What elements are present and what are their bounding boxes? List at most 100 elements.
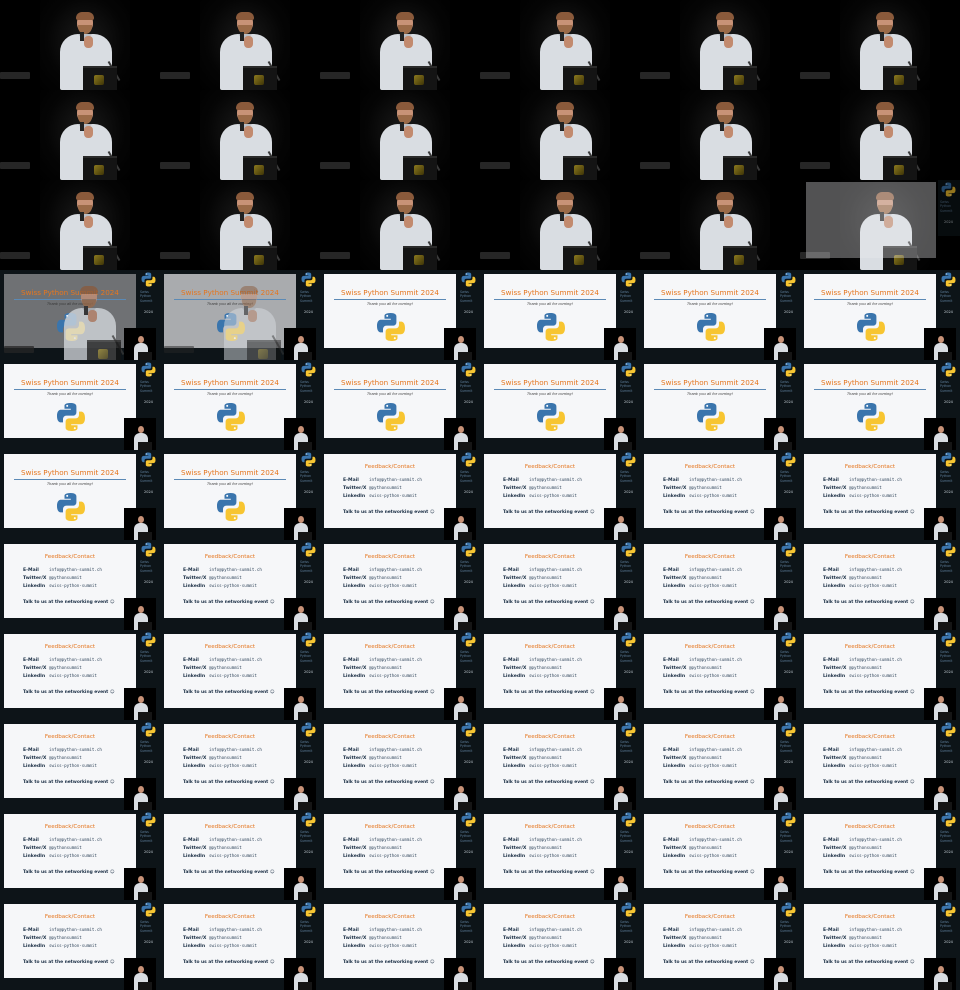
python-logo-icon xyxy=(461,542,476,557)
slide-title: Swiss Python Summit 2024 xyxy=(821,288,919,297)
contact-slide-frame[interactable]: Feedback/Contact E-Mail info@python-summi… xyxy=(800,630,960,720)
networking-note: Talk to us at the networking event ☺ xyxy=(823,600,915,605)
speaker-frame[interactable] xyxy=(640,0,800,90)
contact-slide-frame[interactable]: Feedback/Contact E-Mail info@python-summi… xyxy=(160,900,320,990)
speaker-frame[interactable] xyxy=(480,90,640,180)
python-logo-icon xyxy=(57,403,85,431)
contact-slide-frame[interactable]: Feedback/Contact E-Mail info@python-summi… xyxy=(0,720,160,810)
thanks-slide-frame[interactable]: Swiss Python Summit 2024 Thank you all f… xyxy=(0,450,160,540)
thanks-slide-frame[interactable]: Swiss Python Summit 2024 Thank you all f… xyxy=(640,360,800,450)
contact-slide-frame[interactable]: Feedback/Contact E-Mail info@python-summi… xyxy=(320,630,480,720)
sidebar-year: 2024 xyxy=(144,760,153,764)
lectern-logo xyxy=(574,165,584,175)
thanks-slide-frame[interactable]: Swiss Python Summit 2024 Thank you all f… xyxy=(480,270,640,360)
contact-slide-frame[interactable]: Feedback/Contact E-Mail info@python-summi… xyxy=(320,450,480,540)
contact-slide-frame[interactable]: Feedback/Contact E-Mail info@python-summi… xyxy=(320,810,480,900)
speaker-pip xyxy=(124,418,156,450)
contact-slide-frame[interactable]: Feedback/Contact E-Mail info@python-summi… xyxy=(800,450,960,540)
sidebar-year: 2024 xyxy=(144,580,153,584)
sidebar-text: Swiss Python Summit xyxy=(780,290,793,303)
contact-slide-frame[interactable]: Feedback/Contact E-Mail info@python-summi… xyxy=(640,720,800,810)
contact-slide-frame[interactable]: Feedback/Contact E-Mail info@python-summi… xyxy=(320,720,480,810)
contact-slide-frame[interactable]: Feedback/Contact E-Mail info@python-summi… xyxy=(0,540,160,630)
sidebar-text: Swiss Python Summit xyxy=(620,650,633,663)
sidebar-text: Swiss Python Summit xyxy=(940,560,953,573)
speaker-frame[interactable] xyxy=(480,0,640,90)
transition-frame[interactable]: Swiss Python Summit 2024 Thank you all f… xyxy=(160,270,320,360)
thanks-slide-frame[interactable]: Swiss Python Summit 2024 Thank you all f… xyxy=(640,270,800,360)
contact-slide-frame[interactable]: Feedback/Contact E-Mail info@python-summi… xyxy=(160,720,320,810)
python-logo-icon xyxy=(941,542,956,557)
contact-slide-frame[interactable]: Feedback/Contact E-Mail info@python-summi… xyxy=(480,450,640,540)
sidebar-year: 2024 xyxy=(944,940,953,944)
contact-slide-frame[interactable]: Feedback/Contact E-Mail info@python-summi… xyxy=(480,810,640,900)
speaker-frame[interactable] xyxy=(160,180,320,270)
contact-slide-frame[interactable]: Feedback/Contact E-Mail info@python-summi… xyxy=(160,810,320,900)
contact-slide-frame[interactable]: Feedback/Contact E-Mail info@python-summi… xyxy=(0,900,160,990)
speaker-frame[interactable] xyxy=(160,90,320,180)
speaker-frame[interactable] xyxy=(320,90,480,180)
speaker-frame[interactable] xyxy=(480,180,640,270)
sidebar-year: 2024 xyxy=(464,400,473,404)
speaker-frame[interactable] xyxy=(800,90,960,180)
thanks-slide-frame[interactable]: Swiss Python Summit 2024 Thank you all f… xyxy=(160,450,320,540)
speaker-frame[interactable] xyxy=(800,0,960,90)
contact-slide-frame[interactable]: Feedback/Contact E-Mail info@python-summi… xyxy=(800,720,960,810)
contact-slide-frame[interactable]: Feedback/Contact E-Mail info@python-summi… xyxy=(640,450,800,540)
thanks-slide-frame[interactable]: Swiss Python Summit 2024 Thank you all f… xyxy=(800,270,960,360)
lectern xyxy=(87,340,121,360)
speaker-pip xyxy=(444,508,476,540)
sidebar-year: 2024 xyxy=(624,400,633,404)
contact-slide-frame[interactable]: Feedback/Contact E-Mail info@python-summi… xyxy=(800,810,960,900)
speaker-frame[interactable] xyxy=(160,0,320,90)
contact-row-email: E-Mail info@python-summit.ch xyxy=(823,567,902,573)
thanks-slide-frame[interactable]: Swiss Python Summit 2024 Thank you all f… xyxy=(0,360,160,450)
speaker-frame[interactable] xyxy=(0,180,160,270)
sidebar-year: 2024 xyxy=(784,940,793,944)
contact-slide-frame[interactable]: Feedback/Contact E-Mail info@python-summi… xyxy=(0,630,160,720)
slide-sidebar: Swiss Python Summit 2024 xyxy=(618,540,640,596)
thanks-slide-frame[interactable]: Swiss Python Summit 2024 Thank you all f… xyxy=(320,270,480,360)
contact-slide-frame[interactable]: Feedback/Contact E-Mail info@python-summi… xyxy=(480,630,640,720)
contact-slide-frame[interactable]: Feedback/Contact E-Mail info@python-summi… xyxy=(320,900,480,990)
smile-icon: ☺ xyxy=(429,510,435,515)
speaker-pip xyxy=(764,778,796,810)
speaker-frame[interactable] xyxy=(640,90,800,180)
contact-slide-frame[interactable]: Feedback/Contact E-Mail info@python-summi… xyxy=(640,540,800,630)
transition-frame[interactable]: Swiss Python Summit 2024 xyxy=(800,180,960,270)
contact-slide-frame[interactable]: Feedback/Contact E-Mail info@python-summi… xyxy=(640,630,800,720)
contact-slide-frame[interactable]: Feedback/Contact E-Mail info@python-summi… xyxy=(800,900,960,990)
sidebar-text: Swiss Python Summit xyxy=(300,470,313,483)
speaker-frame[interactable] xyxy=(640,180,800,270)
contact-slide-frame[interactable]: Feedback/Contact E-Mail info@python-summi… xyxy=(800,540,960,630)
slide-content: Feedback/Contact E-Mail info@python-summi… xyxy=(164,634,296,708)
thanks-slide-frame[interactable]: Swiss Python Summit 2024 Thank you all f… xyxy=(480,360,640,450)
speaker-frame[interactable] xyxy=(320,0,480,90)
contact-slide-frame[interactable]: Feedback/Contact E-Mail info@python-summi… xyxy=(480,540,640,630)
thanks-slide-frame[interactable]: Swiss Python Summit 2024 Thank you all f… xyxy=(160,360,320,450)
slide-content: Swiss Python Summit 2024 Thank you all f… xyxy=(324,364,456,438)
contact-slide-frame[interactable]: Feedback/Contact E-Mail info@python-summi… xyxy=(0,810,160,900)
contact-slide-frame[interactable]: Feedback/Contact E-Mail info@python-summi… xyxy=(640,900,800,990)
networking-note: Talk to us at the networking event ☺ xyxy=(663,600,755,605)
speaker-frame[interactable] xyxy=(0,90,160,180)
contact-slide-frame[interactable]: Feedback/Contact E-Mail info@python-summi… xyxy=(160,540,320,630)
contact-slide-frame[interactable]: Feedback/Contact E-Mail info@python-summi… xyxy=(160,630,320,720)
sidebar-year: 2024 xyxy=(464,670,473,674)
python-logo-icon xyxy=(781,452,796,467)
python-logo-icon xyxy=(621,542,636,557)
slide-content: Feedback/Contact E-Mail info@python-summi… xyxy=(324,724,456,798)
slide-content: Swiss Python Summit 2024 Thank you all f… xyxy=(324,274,456,348)
speaker-frame[interactable] xyxy=(320,180,480,270)
transition-frame[interactable]: Swiss Python Summit 2024 Thank you all f… xyxy=(0,270,160,360)
sidebar-text: Swiss Python Summit xyxy=(780,380,793,393)
contact-slide-frame[interactable]: Feedback/Contact E-Mail info@python-summi… xyxy=(480,900,640,990)
lectern-logo xyxy=(414,255,424,265)
speaker-frame[interactable] xyxy=(0,0,160,90)
thanks-slide-frame[interactable]: Swiss Python Summit 2024 Thank you all f… xyxy=(320,360,480,450)
contact-slide-frame[interactable]: Feedback/Contact E-Mail info@python-summi… xyxy=(640,810,800,900)
contact-slide-frame[interactable]: Feedback/Contact E-Mail info@python-summi… xyxy=(320,540,480,630)
slide-title: Swiss Python Summit 2024 xyxy=(341,288,439,297)
contact-slide-frame[interactable]: Feedback/Contact E-Mail info@python-summi… xyxy=(480,720,640,810)
thanks-slide-frame[interactable]: Swiss Python Summit 2024 Thank you all f… xyxy=(800,360,960,450)
